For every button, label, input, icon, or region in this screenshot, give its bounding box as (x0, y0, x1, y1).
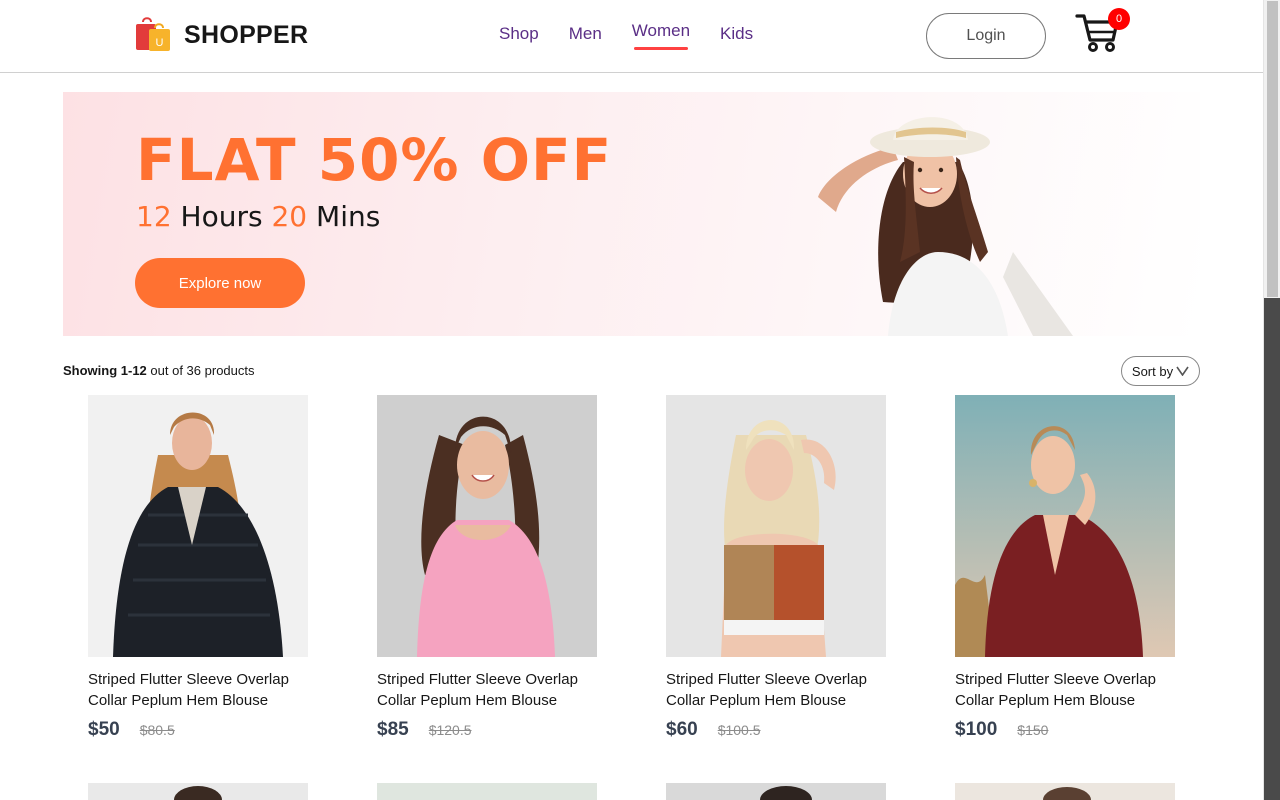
old-price: $100.5 (717, 722, 761, 738)
banner-headline: FLAT 50% OFF (136, 126, 613, 194)
product-image[interactable] (666, 783, 886, 800)
nav-item-shop[interactable]: Shop (499, 24, 539, 54)
product-card[interactable]: Striped Flutter Sleeve Overlap Collar Pe… (377, 395, 607, 741)
promo-banner: FLAT 50% OFF 12 Hours 20 Mins Explore no… (63, 92, 1200, 336)
cart-count-badge: 0 (1108, 8, 1130, 30)
nav-item-label: Men (568, 24, 602, 43)
new-price: $85 (377, 719, 409, 740)
nav-item-men[interactable]: Men (569, 24, 602, 54)
product-image[interactable] (377, 783, 597, 800)
product-image[interactable] (377, 395, 597, 657)
nav-menu: Shop Men Women Kids (499, 21, 783, 54)
scrollbar-track (1264, 298, 1280, 800)
results-count: Showing 1-12 out of 36 products (63, 363, 255, 378)
product-image[interactable] (88, 783, 308, 800)
product-name[interactable]: Striped Flutter Sleeve Overlap Collar Pe… (666, 669, 891, 711)
brand-name: SHOPPER (184, 20, 309, 49)
timer-mins-label: Mins (316, 200, 381, 233)
shopping-bag-icon: U (134, 16, 172, 54)
scrollbar-thumb[interactable] (1267, 1, 1278, 297)
brand-logo[interactable]: U SHOPPER (134, 16, 308, 54)
results-range: Showing 1-12 (63, 363, 147, 378)
new-price: $100 (955, 719, 998, 740)
product-image[interactable] (955, 783, 1175, 800)
timer-mins: 20 (271, 200, 308, 233)
product-prices: $50 $80.5 (88, 719, 318, 741)
product-prices: $85 $120.5 (377, 719, 607, 741)
banner-model-image (808, 102, 1078, 336)
product-card[interactable]: Striped Flutter Sleeve Overlap Collar Pe… (666, 395, 896, 741)
product-image[interactable] (955, 395, 1175, 657)
results-total: out of 36 products (150, 363, 255, 378)
product-prices: $60 $100.5 (666, 719, 896, 741)
timer-hours-label: Hours (180, 200, 263, 233)
old-price: $150 (1017, 722, 1049, 738)
product-name[interactable]: Striped Flutter Sleeve Overlap Collar Pe… (88, 669, 313, 711)
new-price: $60 (666, 719, 698, 740)
product-image[interactable] (88, 395, 308, 657)
login-button[interactable]: Login (926, 13, 1046, 59)
new-price: $50 (88, 719, 120, 740)
chevron-down-icon (1176, 366, 1189, 376)
banner-timer: 12 Hours 20 Mins (136, 200, 380, 233)
vertical-scrollbar[interactable] (1263, 0, 1280, 800)
nav-item-label: Women (631, 21, 691, 40)
logo-badge-letter: U (156, 37, 164, 49)
nav-item-women[interactable]: Women (632, 21, 690, 51)
nav-item-label: Kids (720, 24, 754, 43)
navbar: U SHOPPER Shop Men Women Kids Login 0 (0, 0, 1263, 73)
product-name[interactable]: Striped Flutter Sleeve Overlap Collar Pe… (377, 669, 602, 711)
nav-item-label: Shop (499, 24, 539, 43)
sort-label: Sort by (1131, 363, 1174, 379)
product-prices: $100 $150 (955, 719, 1185, 741)
timer-hours: 12 (136, 200, 172, 233)
nav-item-kids[interactable]: Kids (720, 24, 753, 54)
active-nav-underline (633, 47, 689, 50)
product-card[interactable]: Striped Flutter Sleeve Overlap Collar Pe… (88, 395, 318, 741)
sort-dropdown[interactable]: Sort by (1121, 356, 1200, 386)
old-price: $120.5 (428, 722, 472, 738)
old-price: $80.5 (139, 722, 175, 738)
explore-now-button[interactable]: Explore now (135, 258, 305, 308)
product-name[interactable]: Striped Flutter Sleeve Overlap Collar Pe… (955, 669, 1180, 711)
product-card[interactable]: Striped Flutter Sleeve Overlap Collar Pe… (955, 395, 1185, 741)
product-image[interactable] (666, 395, 886, 657)
